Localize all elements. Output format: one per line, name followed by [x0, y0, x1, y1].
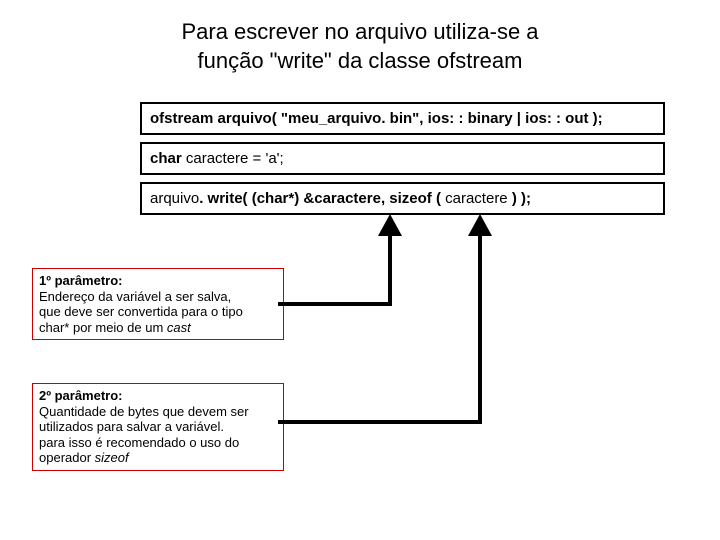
code-line3-call: . write( (char*) &caractere, sizeof ( — [199, 190, 445, 207]
title-line1: Para escrever no arquivo utiliza-se a — [181, 19, 538, 44]
code-line2-kw: char — [150, 150, 186, 167]
title-line2: função "write" da classe ofstream — [198, 48, 523, 73]
note2-l1: Quantidade de bytes que devem ser — [39, 404, 277, 420]
note2-l2: utilizados para salvar a variável. — [39, 419, 277, 435]
note1-heading: 1º parâmetro: — [39, 273, 277, 289]
code-row-1: ofstream arquivo( "meu_arquivo. bin", io… — [140, 102, 665, 135]
slide-title: Para escrever no arquivo utiliza-se a fu… — [0, 0, 720, 75]
note2-l3: para isso é recomendado o uso do — [39, 435, 277, 451]
note1-l1: Endereço da variável a ser salva, — [39, 289, 277, 305]
code-line2-rest: caractere = 'a'; — [186, 150, 284, 167]
code-line3-obj: arquivo — [150, 190, 199, 207]
code-line1: ofstream arquivo( "meu_arquivo. bin", io… — [150, 110, 603, 127]
note-box-2: 2º parâmetro: Quantidade de bytes que de… — [32, 383, 284, 471]
code-line3-arg: caractere — [445, 190, 508, 207]
note1-l3: char* por meio de um cast — [39, 320, 277, 336]
note2-l4: operador sizeof — [39, 450, 277, 466]
code-line3-end: ) ); — [508, 190, 531, 207]
note-box-1: 1º parâmetro: Endereço da variável a ser… — [32, 268, 284, 340]
code-row-3: arquivo. write( (char*) &caractere, size… — [140, 182, 665, 215]
code-row-2: char caractere = 'a'; — [140, 142, 665, 175]
note1-l2: que deve ser convertida para o tipo — [39, 304, 277, 320]
note2-heading: 2º parâmetro: — [39, 388, 277, 404]
